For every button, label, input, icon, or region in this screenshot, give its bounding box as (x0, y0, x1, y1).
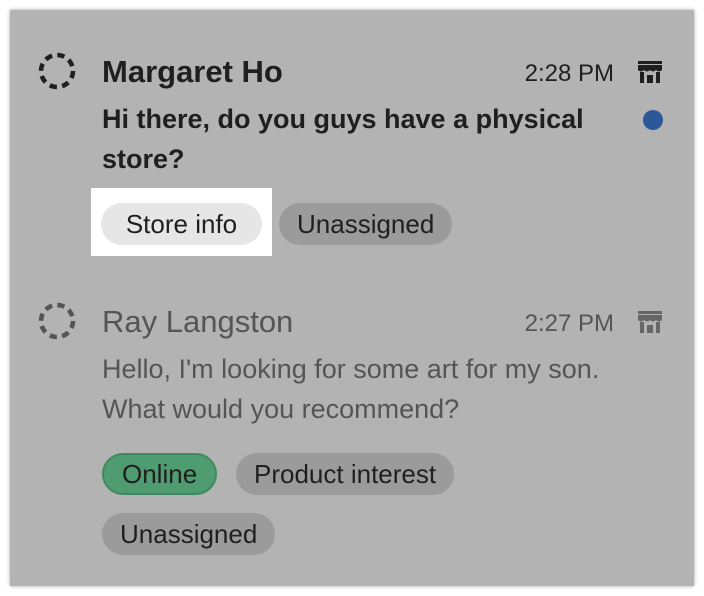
contact-name: Ray Langston (102, 304, 294, 339)
loading-spinner-icon (38, 52, 76, 90)
message-time: 2:27 PM (524, 310, 614, 337)
message-preview: Hi there, do you guys have a physical st… (102, 104, 584, 174)
tag-product-interest[interactable]: Product interest (236, 453, 455, 495)
contact-name: Margaret Ho (102, 54, 283, 89)
unread-dot (643, 110, 663, 130)
tag-unassigned[interactable]: Unassigned (102, 513, 276, 555)
store-icon (638, 311, 662, 333)
conversation-list: Margaret Ho 2:28 PM Hi there, do you guy… (10, 10, 694, 586)
message-preview: Hello, I'm looking for some art for my s… (102, 354, 600, 424)
store-icon (638, 61, 662, 83)
tag-online[interactable]: Online (102, 453, 218, 495)
tag-store-info[interactable]: Store info (101, 203, 262, 245)
loading-spinner-icon (38, 302, 76, 340)
tag-unassigned[interactable]: Unassigned (279, 203, 453, 245)
message-time: 2:28 PM (524, 60, 614, 87)
